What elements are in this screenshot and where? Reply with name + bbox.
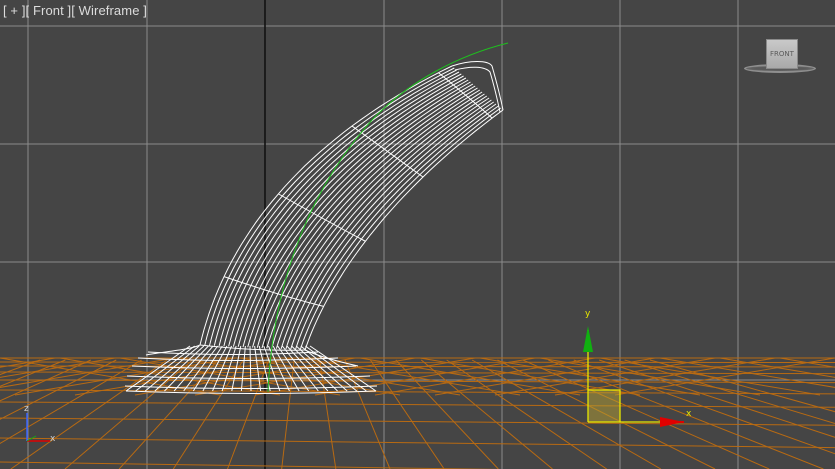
viewcube-front-face[interactable]: FRONT bbox=[766, 39, 798, 69]
viewport-general-menu[interactable]: [ + ] bbox=[3, 3, 26, 18]
bent-cylinder-wireframe[interactable] bbox=[124, 61, 504, 394]
viewport-canvas[interactable] bbox=[0, 0, 835, 469]
viewport-shading-menu[interactable]: [ Wireframe ] bbox=[71, 3, 147, 18]
viewport-label-menu: [ + ][ Front ][ Wireframe ] bbox=[3, 3, 147, 18]
world-axis-tripod bbox=[26, 413, 50, 442]
ground-plane-wireframe bbox=[0, 357, 835, 469]
gizmo-x-label: x bbox=[686, 409, 692, 419]
viewcube[interactable]: FRONT bbox=[742, 36, 820, 78]
transform-gizmo[interactable] bbox=[583, 326, 684, 427]
world-z-label: z bbox=[24, 404, 29, 414]
viewport-point-of-view-menu[interactable]: [ Front ] bbox=[26, 3, 72, 18]
viewport-grid bbox=[0, 0, 835, 469]
front-viewport[interactable]: [ + ][ Front ][ Wireframe ] FRONT y x z … bbox=[0, 0, 835, 469]
gizmo-xy-plane[interactable] bbox=[588, 390, 620, 422]
gizmo-y-arrow[interactable] bbox=[583, 326, 593, 352]
world-x-label: x bbox=[50, 434, 56, 444]
gizmo-y-label: y bbox=[585, 309, 591, 319]
